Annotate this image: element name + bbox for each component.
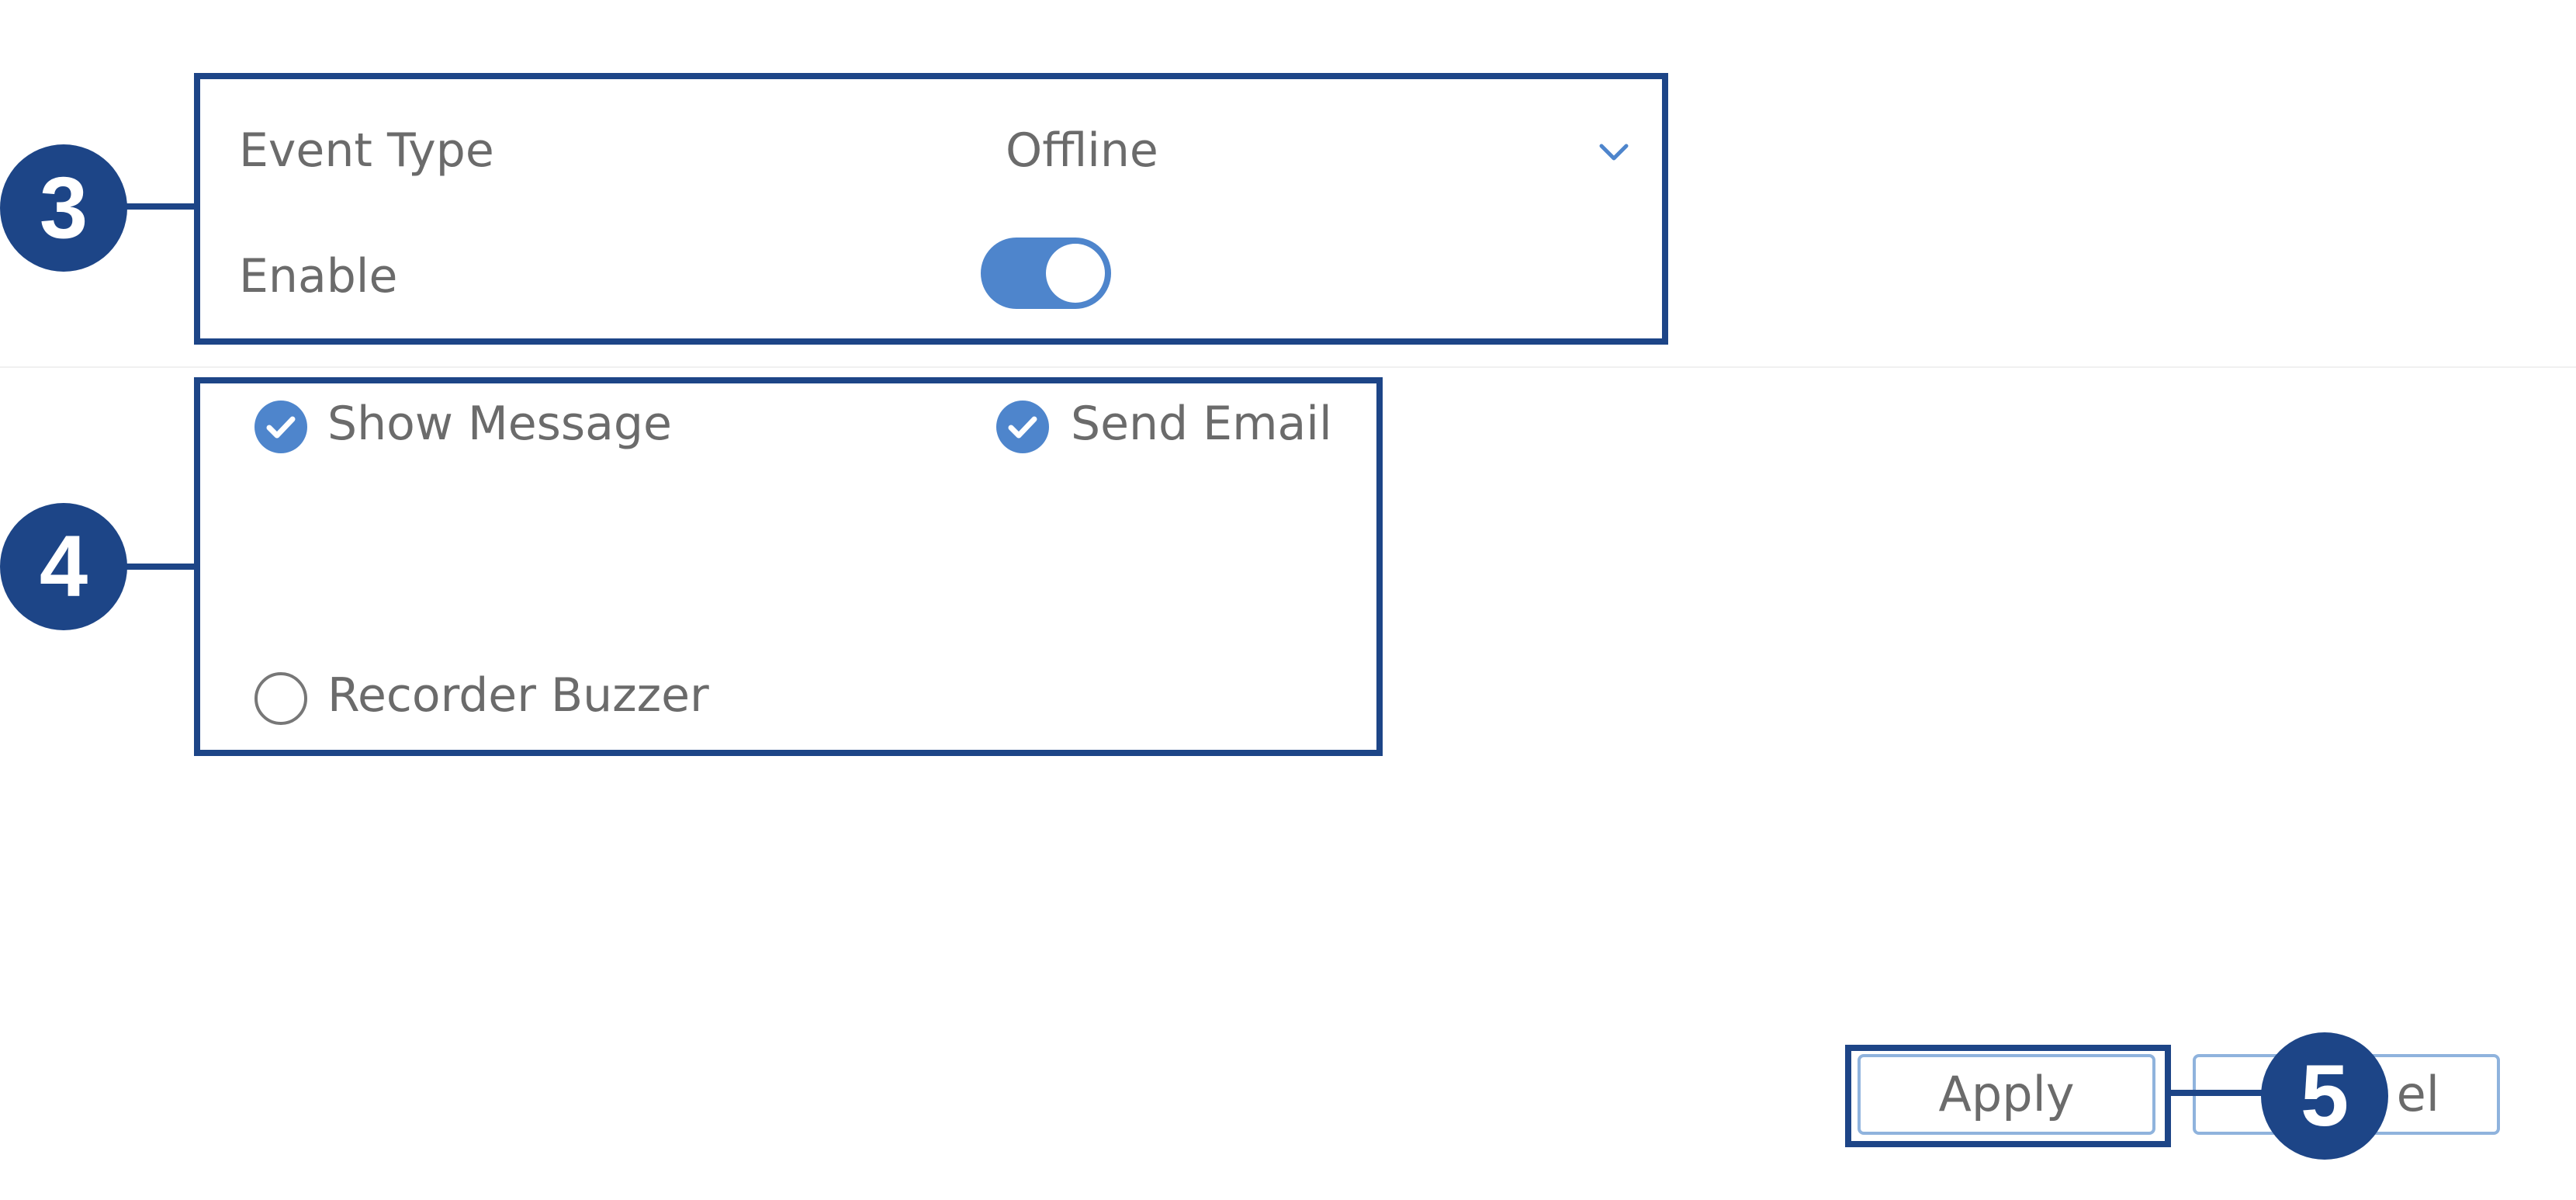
callout-badge-5: 5 [2261, 1032, 2388, 1160]
callout-badge-4: 4 [0, 503, 127, 630]
section-divider [0, 366, 2576, 368]
callout-connector-5 [2169, 1090, 2263, 1096]
callout-frame-actions [194, 377, 1383, 756]
callout-frame-apply [1845, 1045, 2171, 1147]
callout-frame-event-settings [194, 73, 1668, 345]
callout-badge-3: 3 [0, 144, 127, 272]
callout-connector-4 [124, 564, 197, 570]
cancel-button-label: el [2396, 1066, 2439, 1122]
callout-connector-3 [124, 203, 197, 210]
